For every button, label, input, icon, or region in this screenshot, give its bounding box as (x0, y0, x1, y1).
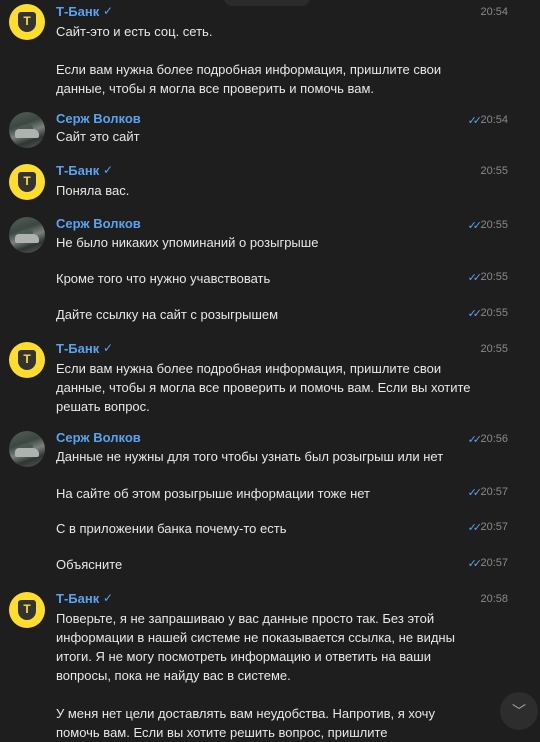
sender-name[interactable]: Т-Банк (56, 591, 99, 606)
read-ticks-icon: ✓✓ (467, 115, 483, 127)
message-text: Сайт-это и есть соц. сеть. Если вам нужн… (56, 24, 442, 96)
tbank-avatar[interactable]: T (9, 164, 45, 200)
sender-name[interactable]: Т-Банк (56, 4, 99, 19)
user-avatar[interactable] (9, 217, 45, 253)
message-time: 20:58 (480, 593, 508, 605)
message-time: 20:55 (480, 219, 508, 231)
message-text: Поняла вас. (56, 183, 130, 198)
sender-name[interactable]: Т-Банк (56, 341, 99, 356)
top-pill (224, 0, 310, 6)
message-time: 20:57 (480, 557, 508, 569)
tbank-avatar[interactable]: T (9, 4, 45, 40)
verified-icon: ✓ (103, 163, 114, 177)
sender-name[interactable]: Серж Волков (56, 430, 141, 445)
message-time: 20:55 (480, 343, 508, 355)
user-avatar[interactable] (9, 431, 45, 467)
message-time: 20:57 (480, 521, 508, 533)
chevron-down-icon: ﹀ (512, 703, 526, 719)
message-text: С в приложении банка почему-то есть (56, 521, 287, 536)
message-time: 20:55 (480, 271, 508, 283)
sender-name[interactable]: Серж Волков (56, 216, 141, 231)
message-text: Объясните (56, 557, 123, 572)
verified-icon: ✓ (103, 341, 114, 355)
read-ticks-icon: ✓✓ (467, 434, 483, 446)
message-time: 20:55 (480, 165, 508, 177)
message-time: 20:55 (480, 307, 508, 319)
message-time: 20:54 (480, 114, 508, 126)
message-text: Дайте ссылку на сайт с розыгрышем (56, 307, 279, 322)
message-text: Данные не нужны для того чтобы узнать бы… (56, 449, 444, 464)
verified-icon: ✓ (103, 4, 114, 18)
message-time: 20:56 (480, 433, 508, 445)
message-text: Сайт это сайт (56, 129, 140, 144)
user-avatar[interactable] (9, 112, 45, 148)
message-text: На сайте об этом розыгрыше информации то… (56, 486, 371, 501)
tbank-avatar[interactable]: T (9, 342, 45, 378)
message-text: Поверьте, я не запрашиваю у вас данные п… (56, 611, 455, 740)
sender-name[interactable]: Т-Банк (56, 163, 99, 178)
message-text: Кроме того что нужно учавствовать (56, 271, 271, 286)
message-text: Не было никаких упоминаний о розыгрыше (56, 235, 319, 250)
message-time: 20:54 (480, 6, 508, 18)
scroll-down-button[interactable]: ﹀ (500, 692, 538, 730)
sender-name[interactable]: Серж Волков (56, 111, 141, 126)
read-ticks-icon: ✓✓ (467, 220, 483, 232)
tbank-avatar[interactable]: T (9, 592, 45, 628)
message-time: 20:57 (480, 486, 508, 498)
verified-icon: ✓ (103, 591, 114, 605)
message-text: Если вам нужна более подробная информаци… (56, 361, 475, 414)
